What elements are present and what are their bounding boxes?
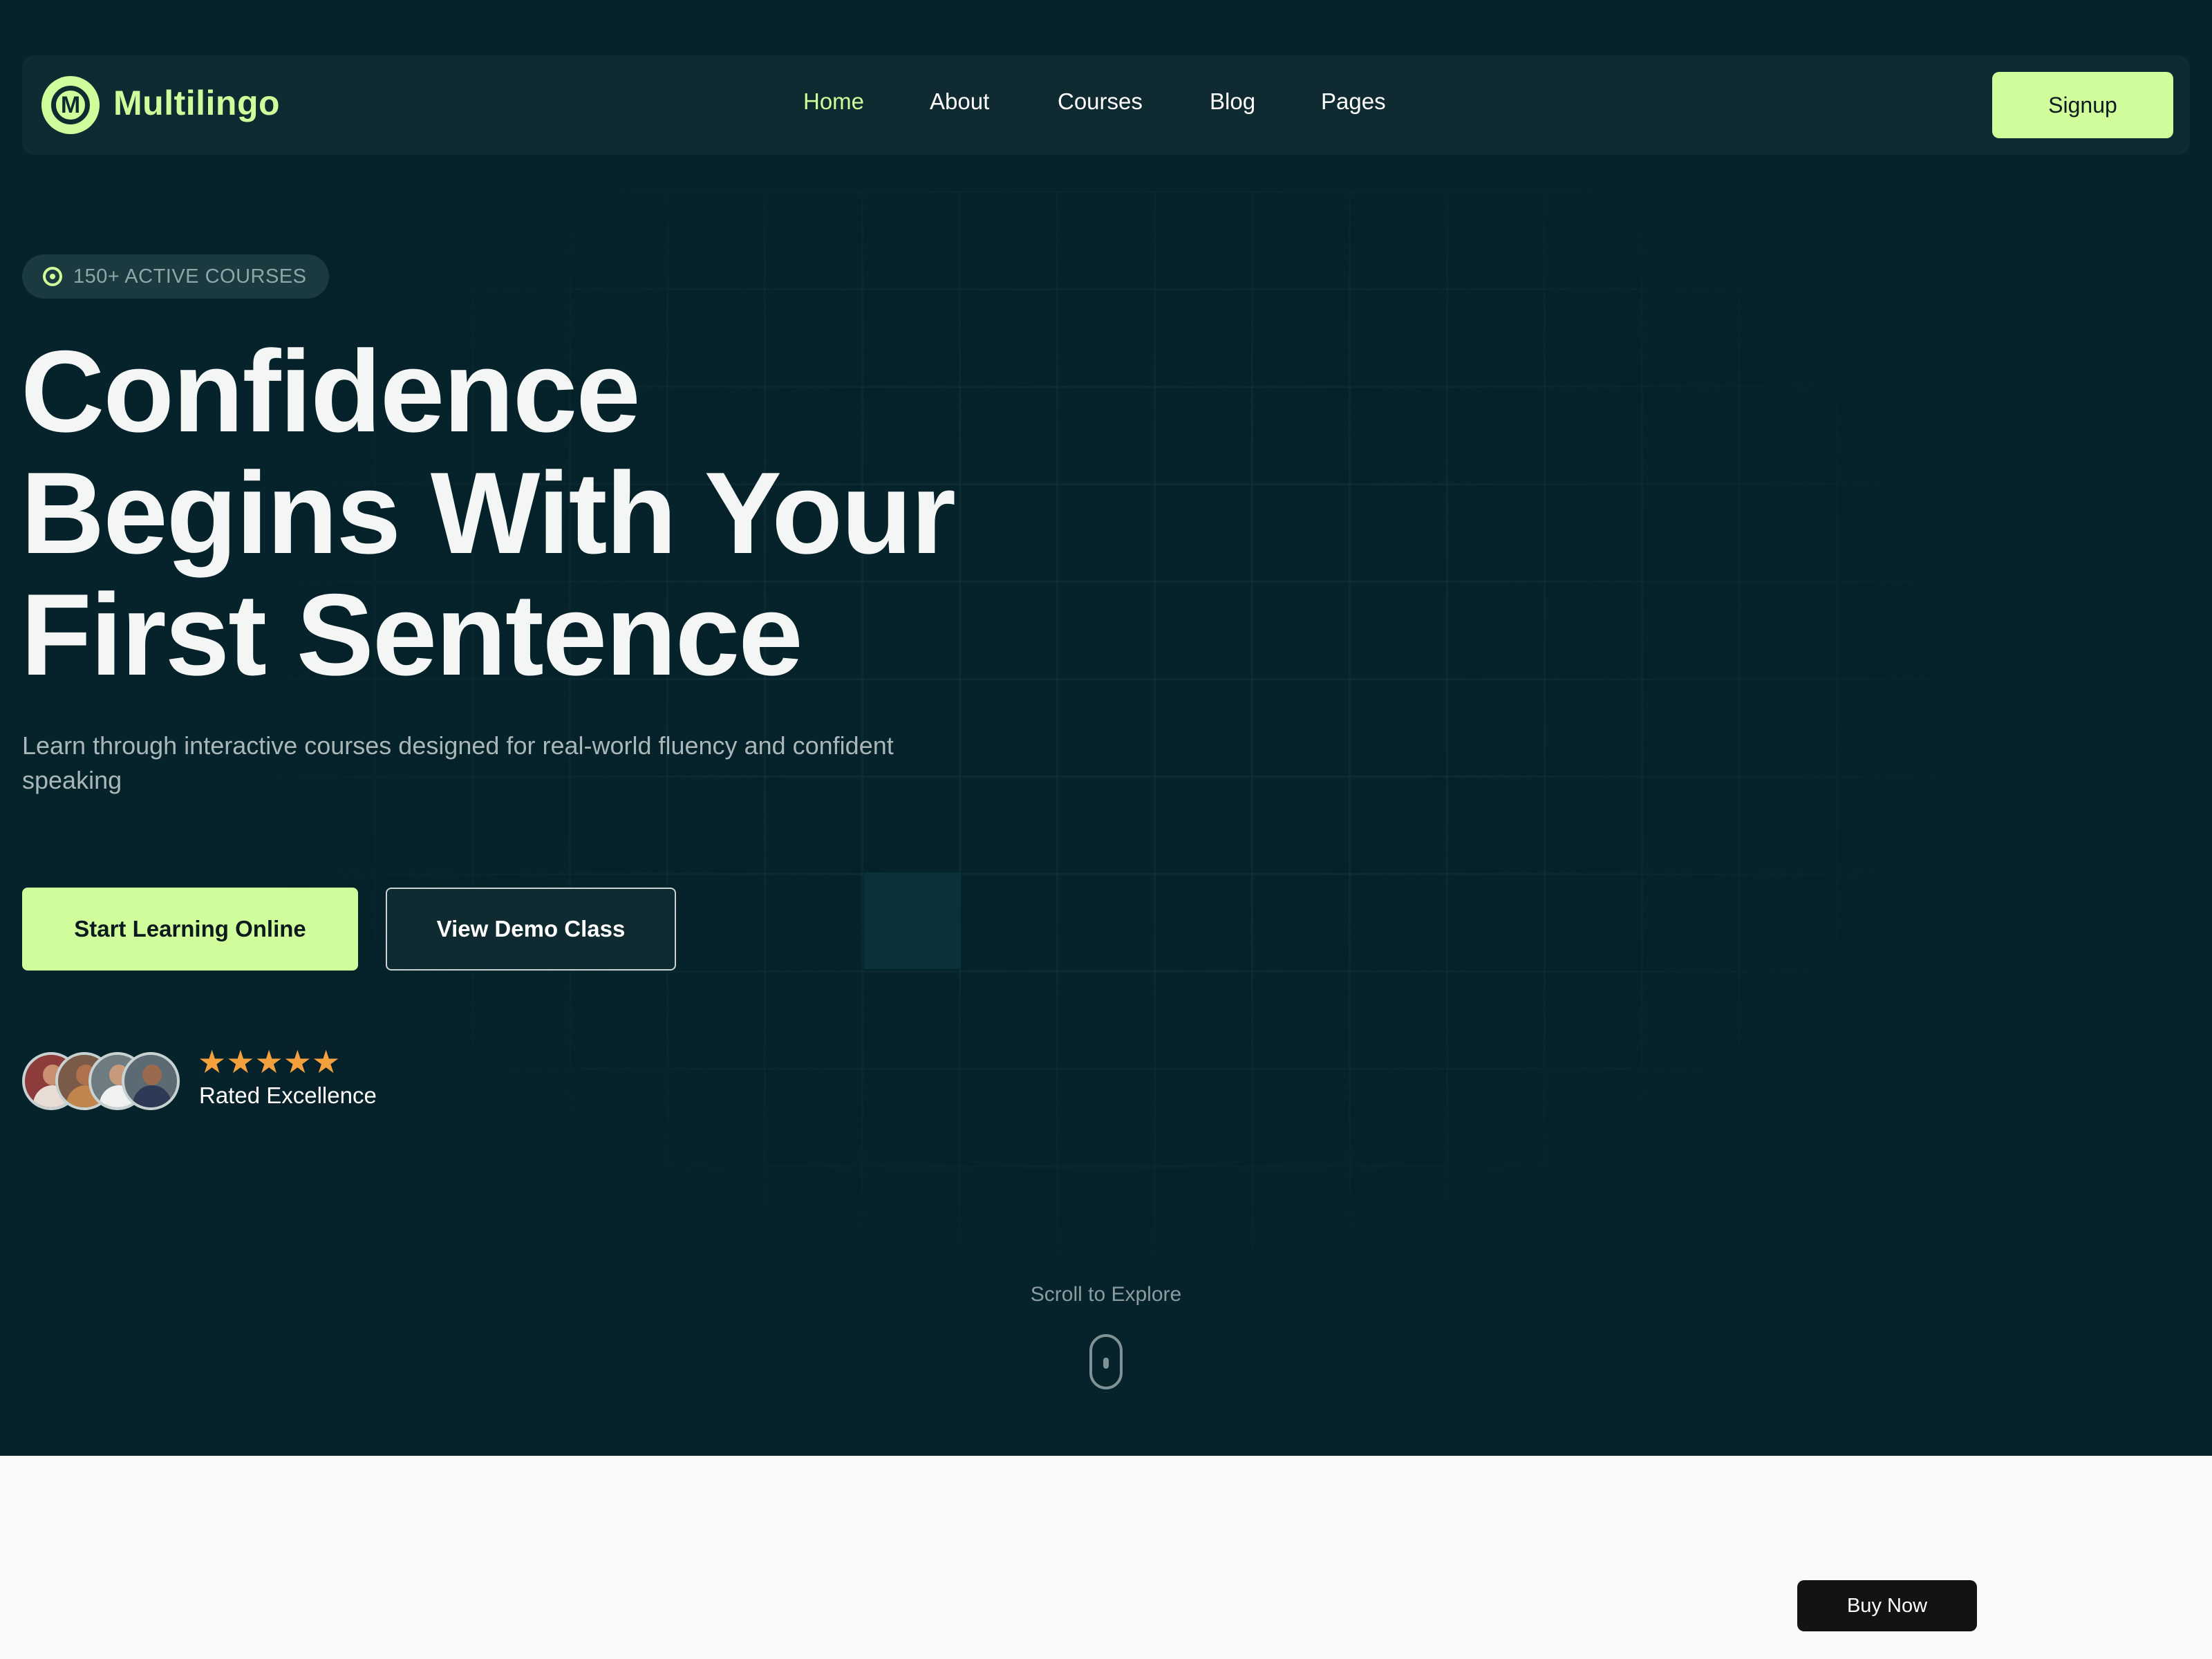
headline-line-1: Confidence <box>21 326 641 456</box>
scroll-hint: Scroll to Explore <box>1030 1283 1182 1306</box>
headline-line-2: Begins With Your <box>21 448 956 578</box>
nav-link-courses[interactable]: Courses <box>1058 88 1143 115</box>
nav-link-about[interactable]: About <box>930 88 989 115</box>
grid-highlight-cell <box>864 872 961 969</box>
hero-subtitle: Learn through interactive courses design… <box>22 731 894 794</box>
rating-label: Rated Excellence <box>199 1082 377 1108</box>
navbar: M Multilingo Home About Courses Blog Pag… <box>22 55 2190 155</box>
active-courses-badge: 150+ ACTIVE COURSES <box>22 254 329 299</box>
avatar <box>122 1052 180 1110</box>
scroll-mouse-icon[interactable] <box>1089 1334 1123 1389</box>
nav-links: Home About Courses Blog Pages <box>22 55 2190 155</box>
avatar-group <box>22 1052 181 1110</box>
star-rating-icon: ★★★★★ <box>198 1044 341 1080</box>
target-icon <box>43 267 62 286</box>
nav-link-home[interactable]: Home <box>803 88 864 115</box>
signup-button[interactable]: Signup <box>1992 72 2173 138</box>
hero-headline: Confidence Begins With Your First Senten… <box>21 330 1058 695</box>
buy-now-button[interactable]: Buy Now <box>1797 1580 1977 1631</box>
headline-line-3: First Sentence <box>21 570 803 700</box>
nav-link-pages[interactable]: Pages <box>1321 88 1386 115</box>
hero-section: M Multilingo Home About Courses Blog Pag… <box>0 0 2212 1456</box>
view-demo-button[interactable]: View Demo Class <box>386 888 676 971</box>
nav-link-blog[interactable]: Blog <box>1210 88 1255 115</box>
start-learning-button[interactable]: Start Learning Online <box>22 888 358 971</box>
badge-text: 150+ ACTIVE COURSES <box>73 265 307 288</box>
